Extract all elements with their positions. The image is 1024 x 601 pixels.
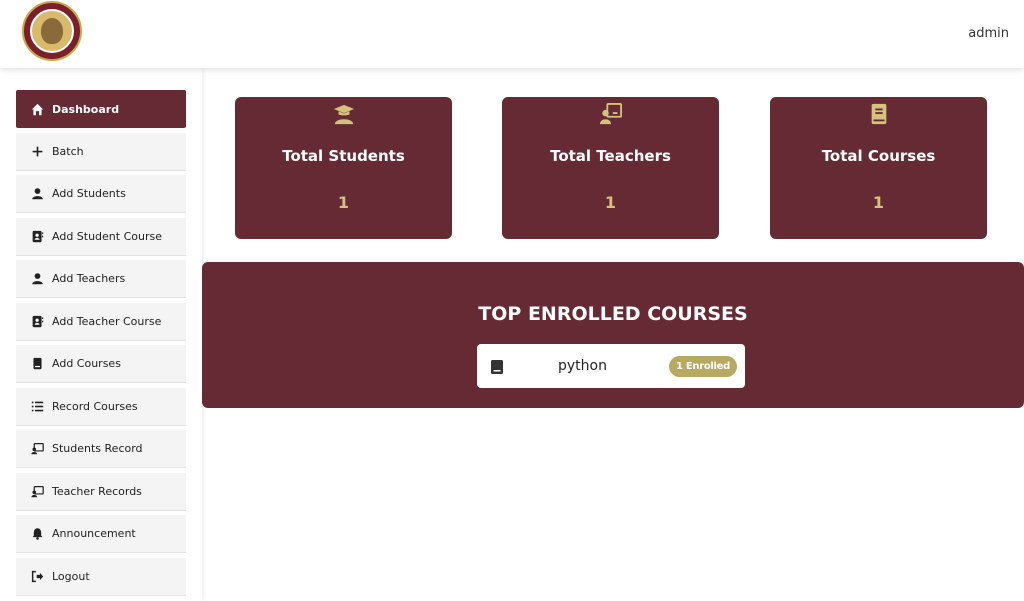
sidebar-item-teacher-records[interactable]: Teacher Records bbox=[16, 473, 186, 511]
sidebar-item-batch[interactable]: Batch bbox=[16, 133, 186, 171]
header-username[interactable]: admin bbox=[968, 26, 1009, 41]
sidebar-item-label: Record Courses bbox=[52, 400, 138, 413]
sidebar-item-add-courses[interactable]: Add Courses bbox=[16, 345, 186, 383]
book-icon bbox=[770, 103, 987, 129]
sidebar-item-label: Add Courses bbox=[52, 357, 121, 370]
top-enrolled-courses-panel: TOP ENROLLED COURSES python 1 Enrolled bbox=[202, 262, 1024, 408]
bell-icon bbox=[30, 527, 44, 541]
card-title: Total Courses bbox=[821, 147, 936, 165]
graduate-icon bbox=[235, 103, 452, 129]
contact-book-icon bbox=[30, 230, 44, 244]
user-icon bbox=[30, 272, 44, 286]
panel-title: TOP ENROLLED COURSES bbox=[478, 303, 748, 325]
list-icon bbox=[30, 400, 44, 414]
sidebar-item-add-teacher-course[interactable]: Add Teacher Course bbox=[16, 303, 186, 341]
book-icon bbox=[30, 357, 44, 371]
card-title: Total Students bbox=[282, 147, 405, 165]
sidebar-item-label: Add Teachers bbox=[52, 272, 126, 285]
sidebar-item-logout[interactable]: Logout bbox=[16, 558, 186, 596]
user-icon bbox=[30, 187, 44, 201]
sidebar-item-label: Announcement bbox=[52, 527, 136, 540]
logo-portrait bbox=[41, 18, 63, 44]
home-icon bbox=[30, 102, 44, 116]
stat-card-students: Total Students 1 bbox=[235, 97, 452, 239]
sidebar-item-label: Teacher Records bbox=[52, 485, 142, 498]
chalkboard-user-icon bbox=[30, 442, 44, 456]
sidebar-item-record-courses[interactable]: Record Courses bbox=[16, 388, 186, 426]
sidebar-item-add-students[interactable]: Add Students bbox=[16, 175, 186, 213]
sidebar-item-label: Add Student Course bbox=[52, 230, 162, 243]
sidebar-item-label: Add Students bbox=[52, 187, 126, 200]
book-icon bbox=[491, 359, 503, 374]
card-value: 1 bbox=[872, 193, 885, 212]
card-value: 1 bbox=[337, 193, 350, 212]
course-name: python bbox=[558, 358, 607, 374]
stat-card-teachers: Total Teachers 1 bbox=[502, 97, 719, 239]
university-logo[interactable] bbox=[22, 1, 82, 61]
plus-icon bbox=[30, 145, 44, 159]
logo-seal bbox=[30, 9, 74, 53]
sidebar-item-announcement[interactable]: Announcement bbox=[16, 515, 186, 553]
sidebar: Dashboard Batch Add Students Add Student… bbox=[0, 68, 202, 601]
card-value: 1 bbox=[604, 193, 617, 212]
sidebar-item-label: Dashboard bbox=[52, 102, 120, 116]
sidebar-item-label: Logout bbox=[52, 570, 90, 583]
chalkboard-user-icon bbox=[30, 485, 44, 499]
contact-book-icon bbox=[30, 315, 44, 329]
sidebar-item-label: Batch bbox=[52, 145, 84, 158]
top-header: admin bbox=[0, 0, 1024, 68]
sidebar-item-label: Students Record bbox=[52, 442, 143, 455]
sidebar-item-add-student-course[interactable]: Add Student Course bbox=[16, 218, 186, 256]
sidebar-item-students-record[interactable]: Students Record bbox=[16, 430, 186, 468]
list-item[interactable]: python 1 Enrolled bbox=[477, 344, 745, 388]
stat-card-courses: Total Courses 1 bbox=[770, 97, 987, 239]
logout-icon bbox=[30, 570, 44, 584]
sidebar-item-label: Add Teacher Course bbox=[52, 315, 162, 328]
enrolled-badge: 1 Enrolled bbox=[669, 356, 737, 377]
chalkboard-teacher-icon bbox=[502, 103, 719, 129]
sidebar-item-add-teachers[interactable]: Add Teachers bbox=[16, 260, 186, 298]
card-title: Total Teachers bbox=[550, 147, 671, 165]
sidebar-item-dashboard[interactable]: Dashboard bbox=[16, 90, 186, 128]
